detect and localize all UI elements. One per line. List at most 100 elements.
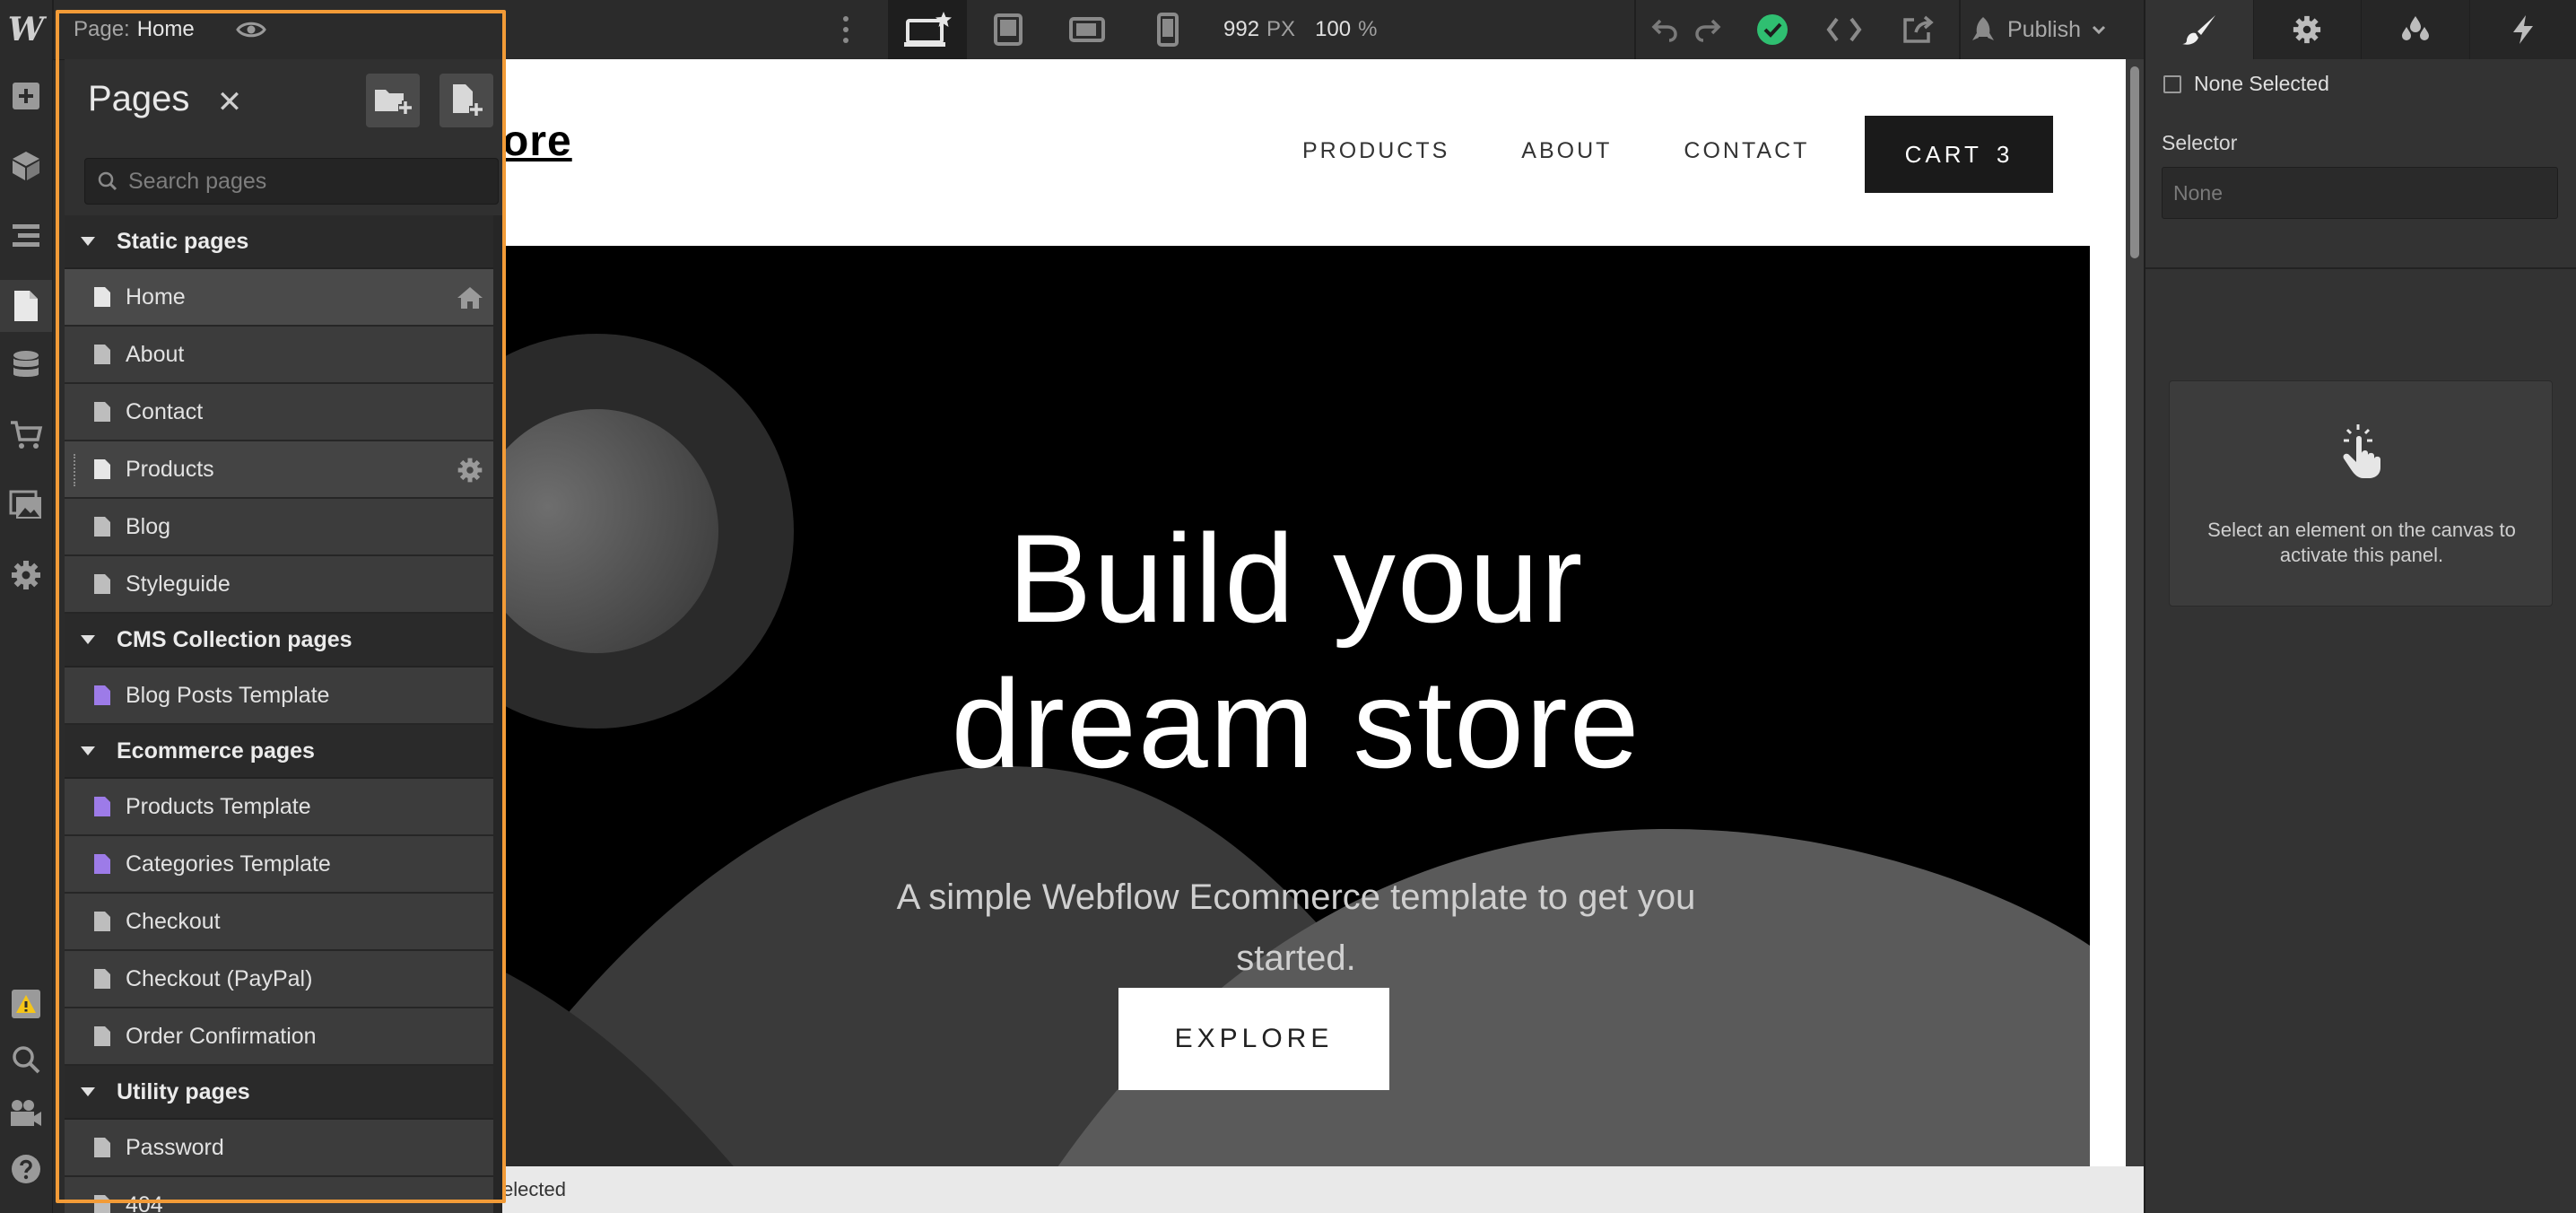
undo-icon[interactable] — [1647, 13, 1683, 47]
page-label: Blog Posts Template — [126, 682, 330, 708]
breakpoint-landscape-button[interactable] — [1048, 0, 1127, 59]
page-row-blog-posts-template[interactable]: Blog Posts Template — [65, 668, 493, 725]
canvas-width: 992 — [1223, 17, 1260, 41]
drag-handle[interactable] — [74, 454, 79, 486]
canvas-scrollbar[interactable] — [2126, 59, 2144, 1166]
chevron-down-icon — [2092, 25, 2106, 34]
help-question-icon[interactable] — [0, 1143, 52, 1195]
settings-gear-icon[interactable] — [0, 549, 52, 601]
page-row-categories-template[interactable]: Categories Template — [65, 836, 493, 894]
selector-field[interactable]: None — [2162, 167, 2558, 219]
page-row-styleguide[interactable]: Styleguide — [65, 556, 493, 614]
caret-down-icon[interactable] — [81, 746, 100, 755]
page-row-checkout-paypal[interactable]: Checkout (PayPal) — [65, 951, 493, 1008]
current-page-indicator[interactable]: Page: Home — [74, 0, 195, 59]
empty-state-card: Select an element on the canvas to activ… — [2169, 380, 2553, 606]
page-row-products-template[interactable]: Products Template — [65, 779, 493, 836]
scrollbar-thumb[interactable] — [2130, 66, 2139, 258]
tab-style[interactable] — [2145, 0, 2254, 59]
search-pages-input[interactable] — [126, 167, 489, 196]
drops-icon — [2401, 16, 2429, 40]
page-icon — [93, 286, 111, 308]
publish-button[interactable]: Publish — [1970, 0, 2106, 59]
saved-status-icon[interactable] — [1754, 13, 1790, 47]
style-panel: None Selected Selector None Select an el… — [2144, 0, 2576, 1213]
search-icon[interactable] — [0, 1034, 52, 1086]
close-icon[interactable]: ✕ — [212, 84, 248, 120]
cart-button[interactable]: CART 3 — [1865, 116, 2053, 193]
page-label: Order Confirmation — [126, 1023, 317, 1049]
webflow-logo[interactable]: W — [0, 0, 52, 59]
symbols-cube-icon[interactable] — [0, 140, 52, 192]
explore-button[interactable]: EXPLORE — [1118, 988, 1389, 1090]
canvas-size-readout[interactable]: 992 PX 100 % — [1223, 0, 1377, 59]
breakpoint-tablet-button[interactable] — [969, 0, 1048, 59]
designer-canvas[interactable]: ore PRODUCTS ABOUT CONTACT CART 3 Build … — [502, 59, 2144, 1213]
nav-link-about[interactable]: ABOUT — [1521, 138, 1612, 164]
folder-label: Utility pages — [117, 1078, 250, 1104]
page-row-about[interactable]: About — [65, 327, 493, 384]
assets-images-icon[interactable] — [0, 479, 52, 531]
page-row-products[interactable]: Products — [65, 441, 493, 499]
hero-title[interactable]: Build your dream store — [502, 506, 2090, 797]
ecommerce-cart-icon[interactable] — [0, 409, 52, 461]
folder-utility-pages[interactable]: Utility pages — [65, 1066, 493, 1120]
navigator-icon[interactable] — [0, 210, 52, 262]
page-label: Contact — [126, 398, 204, 424]
add-elements-icon[interactable] — [0, 70, 52, 122]
tab-style-manager[interactable] — [2362, 0, 2470, 59]
folder-ecommerce-pages[interactable]: Ecommerce pages — [65, 725, 493, 779]
page-icon — [93, 401, 111, 423]
new-folder-button[interactable] — [366, 74, 420, 127]
video-tutorials-icon[interactable] — [0, 1087, 52, 1139]
site-nav: PRODUCTS ABOUT CONTACT — [1302, 138, 1809, 164]
pointer-click-icon — [2338, 423, 2383, 480]
more-options-icon[interactable] — [834, 13, 857, 46]
page-row-blog[interactable]: Blog — [65, 499, 493, 556]
pages-panel: Pages ✕ Static pages Home About — [65, 59, 502, 1213]
page-label: Categories Template — [126, 851, 331, 877]
search-pages-field[interactable] — [84, 158, 499, 205]
pages-panel-scrollbar[interactable] — [493, 215, 502, 1213]
page-row-checkout[interactable]: Checkout — [65, 894, 493, 951]
page-icon — [93, 1025, 111, 1047]
folder-static-pages[interactable]: Static pages — [65, 215, 493, 269]
pages-icon[interactable] — [0, 280, 52, 332]
new-page-button[interactable] — [439, 74, 493, 127]
tab-settings[interactable] — [2254, 0, 2362, 59]
code-export-icon[interactable] — [1826, 13, 1862, 47]
hero-title-line-1: Build your — [1007, 508, 1585, 649]
preview-eye-icon[interactable] — [231, 13, 271, 47]
page-row-contact[interactable]: Contact — [65, 384, 493, 441]
caret-down-icon[interactable] — [81, 1087, 100, 1096]
warning-audit-icon[interactable] — [0, 978, 52, 1030]
cms-database-icon[interactable] — [0, 339, 52, 391]
redo-icon[interactable] — [1690, 13, 1726, 47]
caret-down-icon[interactable] — [81, 635, 100, 644]
share-icon[interactable] — [1900, 13, 1936, 47]
tab-interactions[interactable] — [2470, 0, 2576, 59]
page-label: 404 — [126, 1191, 163, 1213]
page-icon — [93, 1194, 111, 1213]
caret-down-icon[interactable] — [81, 237, 100, 246]
selector-value: None — [2173, 180, 2223, 205]
hero-subtitle[interactable]: A simple Webflow Ecommerce template to g… — [502, 867, 2090, 989]
page-row-404[interactable]: 404 — [65, 1177, 493, 1213]
right-panel-tabs — [2145, 0, 2576, 59]
breakpoint-portrait-button[interactable] — [1128, 0, 1207, 59]
hero-section[interactable]: Build your dream store A simple Webflow … — [502, 246, 2090, 1166]
folder-cms-collection-pages[interactable]: CMS Collection pages — [65, 614, 493, 668]
nav-link-contact[interactable]: CONTACT — [1684, 138, 1809, 164]
checkbox[interactable] — [2163, 74, 2181, 93]
pages-panel-title: Pages — [88, 79, 190, 118]
page-settings-gear-icon[interactable] — [454, 454, 486, 486]
page-row-password[interactable]: Password — [65, 1120, 493, 1177]
breakpoint-desktop-button[interactable] — [888, 0, 967, 59]
home-icon — [454, 282, 486, 314]
site-preview[interactable]: ore PRODUCTS ABOUT CONTACT CART 3 Build … — [502, 59, 2126, 1166]
nav-link-products[interactable]: PRODUCTS — [1302, 138, 1449, 164]
page-row-home[interactable]: Home — [65, 269, 493, 327]
brand-logo-text[interactable]: ore — [502, 117, 572, 166]
none-selected-toggle[interactable]: None Selected — [2163, 72, 2329, 96]
page-row-order-confirmation[interactable]: Order Confirmation — [65, 1008, 493, 1066]
